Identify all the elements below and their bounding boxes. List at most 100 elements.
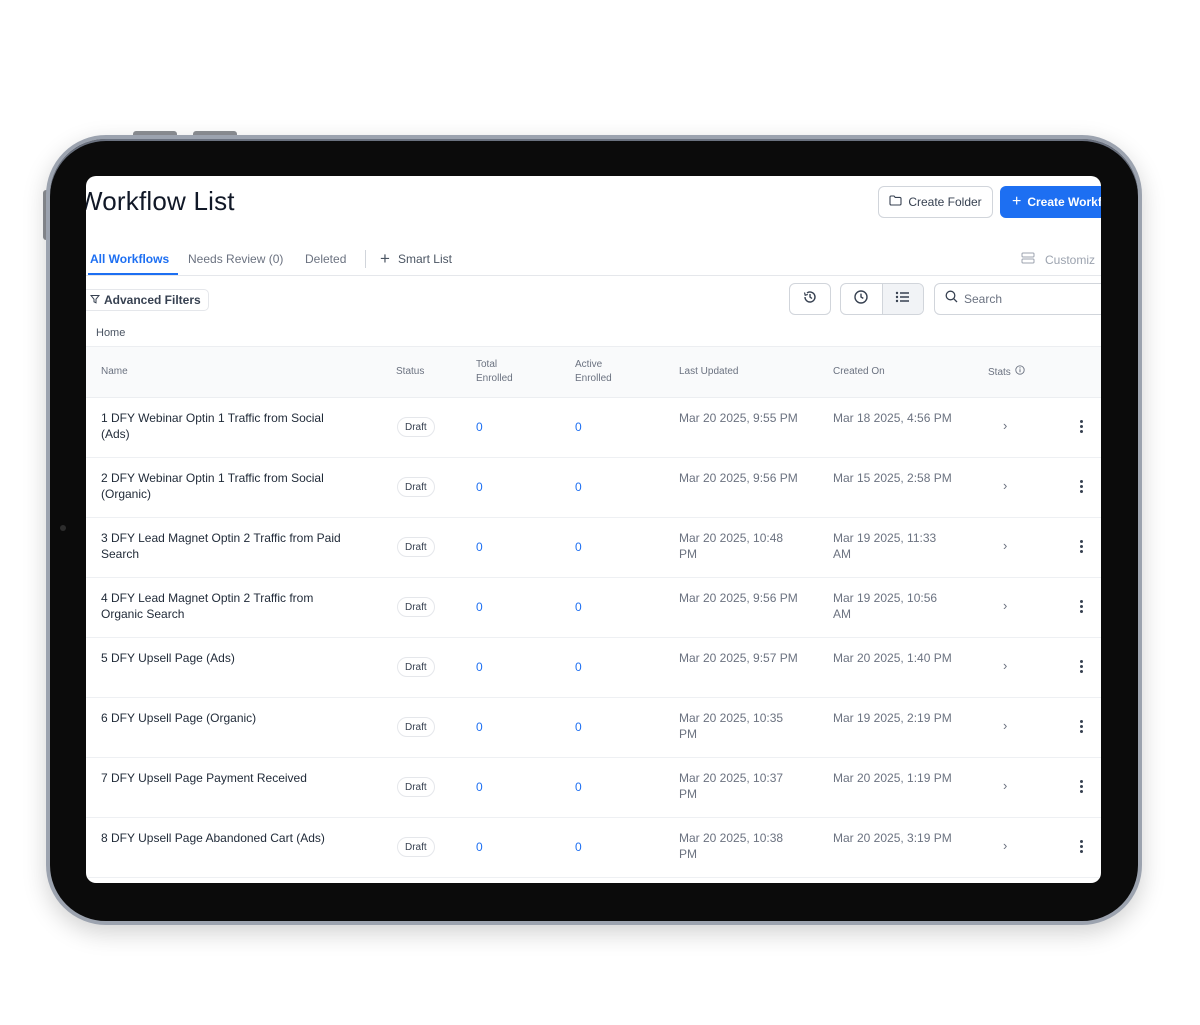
total-enrolled-value[interactable]: 0: [476, 839, 483, 855]
folder-icon: [889, 195, 902, 209]
status-badge: Draft: [397, 837, 435, 857]
workflow-name[interactable]: 7 DFY Upsell Page Payment Received: [101, 770, 351, 786]
active-enrolled-value[interactable]: 0: [575, 419, 582, 435]
kebab-menu-icon[interactable]: [1079, 780, 1083, 793]
search-input[interactable]: [964, 292, 1094, 306]
breadcrumb[interactable]: Home: [96, 327, 125, 339]
customize-button[interactable]: Customiz: [1021, 252, 1095, 267]
active-enrolled-value[interactable]: 0: [575, 659, 582, 675]
device-camera: [60, 525, 66, 531]
total-enrolled-value[interactable]: 0: [476, 659, 483, 675]
created-on-value: Mar 18 2025, 4:56 PM: [833, 411, 952, 425]
table-row[interactable]: 5 DFY Upsell Page (Ads) Draft 0 0 Mar 20 202…: [86, 638, 1101, 698]
active-enrolled-value[interactable]: 0: [575, 599, 582, 615]
total-enrolled-value[interactable]: 0: [476, 479, 483, 495]
tab-bar: All Workflows Needs Review (0) Deleted +…: [86, 240, 1101, 276]
column-header-stats[interactable]: Stats: [988, 365, 1025, 380]
clock-view-button[interactable]: [841, 284, 882, 314]
workflow-name[interactable]: 6 DFY Upsell Page (Organic): [101, 710, 351, 726]
chevron-right-icon[interactable]: ›: [1003, 598, 1007, 613]
last-updated-value: Mar 20 2025, 10:48 PM: [679, 531, 784, 561]
total-enrolled-value[interactable]: 0: [476, 719, 483, 735]
chevron-right-icon[interactable]: ›: [1003, 538, 1007, 553]
status-badge: Draft: [397, 417, 435, 437]
history-button[interactable]: [789, 283, 831, 315]
kebab-menu-icon[interactable]: [1079, 480, 1083, 493]
active-enrolled-value[interactable]: 0: [575, 719, 582, 735]
created-on-value: Mar 20 2025, 3:19 PM: [833, 831, 952, 845]
last-updated-value: Mar 20 2025, 9:56 PM: [679, 591, 798, 605]
kebab-menu-icon[interactable]: [1079, 600, 1083, 613]
page-title: Workflow List: [86, 186, 235, 216]
active-enrolled-value[interactable]: 0: [575, 839, 582, 855]
chevron-right-icon[interactable]: ›: [1003, 778, 1007, 793]
create-workflow-button[interactable]: + Create Workfl: [1000, 186, 1101, 218]
workflow-name[interactable]: 2 DFY Webinar Optin 1 Traffic from Socia…: [101, 470, 351, 502]
created-on-value: Mar 15 2025, 2:58 PM: [833, 471, 952, 485]
kebab-menu-icon[interactable]: [1079, 420, 1083, 433]
column-header-total-line1: Total: [476, 359, 498, 370]
column-header-created-on[interactable]: Created On: [833, 365, 885, 379]
last-updated-value: Mar 20 2025, 9:56 PM: [679, 471, 798, 485]
table-row[interactable]: 1 DFY Webinar Optin 1 Traffic from Socia…: [86, 398, 1101, 458]
column-header-active-enrolled[interactable]: Active Enrolled: [575, 358, 612, 386]
table-row[interactable]: 8 DFY Upsell Page Abandoned Cart (Ads) Dr…: [86, 818, 1101, 878]
table-row[interactable]: 2 DFY Webinar Optin 1 Traffic from Socia…: [86, 458, 1101, 518]
active-enrolled-value[interactable]: 0: [575, 479, 582, 495]
kebab-menu-icon[interactable]: [1079, 660, 1083, 673]
workflow-name[interactable]: 4 DFY Lead Magnet Optin 2 Traffic from O…: [101, 590, 351, 622]
column-header-total-enrolled[interactable]: Total Enrolled: [476, 358, 513, 386]
workflow-name[interactable]: 8 DFY Upsell Page Abandoned Cart (Ads): [101, 830, 351, 846]
total-enrolled-value[interactable]: 0: [476, 599, 483, 615]
advanced-filters-button[interactable]: Advanced Filters: [86, 289, 209, 311]
kebab-menu-icon[interactable]: [1079, 720, 1083, 733]
smart-list-button[interactable]: + Smart List: [380, 249, 452, 269]
total-enrolled-value[interactable]: 0: [476, 539, 483, 555]
workflow-name[interactable]: 1 DFY Webinar Optin 1 Traffic from Socia…: [101, 410, 351, 442]
table-row[interactable]: 4 DFY Lead Magnet Optin 2 Traffic from O…: [86, 578, 1101, 638]
chevron-right-icon[interactable]: ›: [1003, 418, 1007, 433]
created-on-value: Mar 20 2025, 1:19 PM: [833, 771, 952, 785]
column-header-stats-label: Stats: [988, 366, 1011, 378]
chevron-right-icon[interactable]: ›: [1003, 478, 1007, 493]
info-icon: [1015, 365, 1025, 380]
active-enrolled-value[interactable]: 0: [575, 779, 582, 795]
created-on-value: Mar 19 2025, 10:56 AM: [833, 591, 938, 621]
table-row[interactable]: 6 DFY Upsell Page (Organic) Draft 0 0 Mar 20…: [86, 698, 1101, 758]
tab-all-workflows[interactable]: All Workflows: [90, 252, 169, 266]
tab-deleted[interactable]: Deleted: [305, 252, 346, 266]
workflow-name[interactable]: 3 DFY Lead Magnet Optin 2 Traffic from P…: [101, 530, 351, 562]
search-icon: [945, 290, 958, 308]
active-enrolled-value[interactable]: 0: [575, 539, 582, 555]
column-header-status[interactable]: Status: [396, 365, 424, 379]
create-folder-button[interactable]: Create Folder: [878, 186, 993, 218]
table-row[interactable]: 7 DFY Upsell Page Payment Received Draft 0…: [86, 758, 1101, 818]
history-icon: [802, 289, 818, 310]
customize-icon: [1021, 252, 1035, 267]
status-badge: Draft: [397, 657, 435, 677]
status-badge: Draft: [397, 477, 435, 497]
search-box: [934, 283, 1101, 315]
create-workflow-label: Create Workfl: [1027, 195, 1101, 209]
status-badge: Draft: [397, 717, 435, 737]
kebab-menu-icon[interactable]: [1079, 540, 1083, 553]
column-header-total-line2: Enrolled: [476, 373, 513, 384]
column-header-last-updated[interactable]: Last Updated: [679, 365, 739, 379]
app-screen: Workflow List Create Folder + Create Wor…: [86, 176, 1101, 883]
total-enrolled-value[interactable]: 0: [476, 419, 483, 435]
tab-needs-review[interactable]: Needs Review (0): [188, 252, 283, 266]
kebab-menu-icon[interactable]: [1079, 840, 1083, 853]
chevron-right-icon[interactable]: ›: [1003, 838, 1007, 853]
column-header-name[interactable]: Name: [101, 365, 128, 379]
view-toggle: [840, 283, 924, 315]
chevron-right-icon[interactable]: ›: [1003, 658, 1007, 673]
list-view-button[interactable]: [881, 284, 923, 314]
column-header-active-line2: Enrolled: [575, 373, 612, 384]
chevron-right-icon[interactable]: ›: [1003, 718, 1007, 733]
table-row[interactable]: 3 DFY Lead Magnet Optin 2 Traffic from P…: [86, 518, 1101, 578]
table-header: Name Status Total Enrolled Active Enroll…: [86, 346, 1101, 398]
total-enrolled-value[interactable]: 0: [476, 779, 483, 795]
workflow-name[interactable]: 5 DFY Upsell Page (Ads): [101, 650, 351, 666]
advanced-filters-label: Advanced Filters: [104, 293, 201, 307]
active-tab-indicator: [88, 273, 178, 275]
